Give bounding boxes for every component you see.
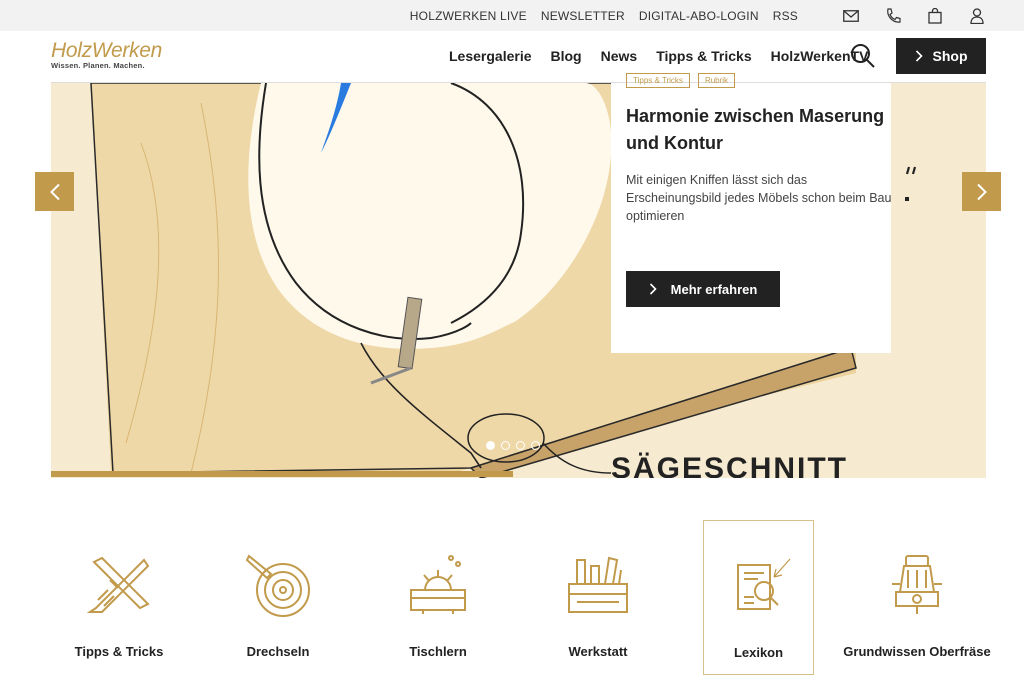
link-newsletter[interactable]: NEWSLETTER — [541, 9, 625, 23]
chevron-right-icon — [915, 50, 923, 62]
link-rss[interactable]: RSS — [773, 9, 798, 23]
link-digital-abo-login[interactable]: DIGITAL-ABO-LOGIN — [639, 9, 759, 23]
chevron-right-icon — [649, 283, 657, 295]
phone-icon[interactable] — [884, 7, 902, 25]
category-label: Lexikon — [733, 645, 784, 660]
shop-label: Shop — [932, 48, 968, 64]
slider-dot-2[interactable] — [501, 441, 510, 450]
nav-item-tipps-tricks[interactable]: Tipps & Tricks — [656, 48, 751, 64]
category-grundwissen-oberfraese[interactable]: Grundwissen Oberfräse — [843, 520, 991, 675]
category-label: Tipps & Tricks — [74, 644, 164, 659]
slider-pagination — [486, 441, 540, 450]
hero-tags: Tipps & Tricks Rubrik — [626, 73, 736, 88]
table-saw-icon — [403, 550, 473, 620]
slider-next-button[interactable] — [962, 172, 1001, 211]
category-tischlern[interactable]: Tischlern — [382, 520, 494, 675]
chevron-left-icon — [49, 183, 60, 200]
nav-item-blog[interactable]: Blog — [551, 48, 582, 64]
cart-icon[interactable] — [926, 7, 944, 25]
slider-dot-1[interactable] — [486, 441, 495, 450]
quote-icon — [905, 165, 919, 211]
logo-brand: HolzWerken — [51, 39, 162, 62]
chevron-right-icon — [976, 183, 987, 200]
lexicon-icon — [724, 551, 794, 621]
read-more-label: Mehr erfahren — [670, 281, 758, 297]
link-holzwerken-live[interactable]: HOLZWERKEN LIVE — [410, 9, 527, 23]
utility-icons — [842, 0, 986, 31]
lathe-icon — [243, 550, 313, 620]
slider-prev-button[interactable] — [35, 172, 74, 211]
site-logo[interactable]: HolzWerken Wissen. Planen. Machen. — [51, 39, 162, 70]
toolbox-icon — [563, 550, 633, 620]
hero-description: Mit einigen Kniffen lässt sich das Ersch… — [626, 173, 892, 223]
read-more-button[interactable]: Mehr erfahren — [626, 271, 780, 307]
category-strip: Tipps & Tricks Drechseln Tischlern Werks… — [0, 520, 1024, 680]
hero-content-card: Tipps & Tricks Rubrik Harmonie zwischen … — [611, 73, 891, 353]
mail-icon[interactable] — [842, 7, 860, 25]
category-tipps-tricks[interactable]: Tipps & Tricks — [63, 520, 175, 675]
category-label: Tischlern — [409, 644, 467, 659]
category-drechseln[interactable]: Drechseln — [222, 520, 334, 675]
site-header: HolzWerken Wissen. Planen. Machen. Leser… — [0, 31, 1024, 83]
category-lexikon[interactable]: Lexikon — [703, 520, 814, 675]
category-label: Drechseln — [246, 644, 310, 659]
slider-progress-bar — [51, 471, 513, 477]
saw-cross-icon — [84, 550, 154, 620]
nav-item-lesergalerie[interactable]: Lesergalerie — [449, 48, 532, 64]
shop-button[interactable]: Shop — [896, 38, 986, 74]
utility-bar: HOLZWERKEN LIVE NEWSLETTER DIGITAL-ABO-L… — [0, 0, 1024, 31]
nav-item-news[interactable]: News — [601, 48, 638, 64]
category-label: Werkstatt — [568, 644, 628, 659]
category-werkstatt[interactable]: Werkstatt — [542, 520, 654, 675]
tag-rubrik[interactable]: Rubrik — [697, 73, 736, 88]
user-icon[interactable] — [968, 7, 986, 25]
hero-title: Harmonie zwischen Maserung und Kontur — [626, 106, 885, 153]
router-icon — [882, 550, 952, 620]
utility-links: HOLZWERKEN LIVE NEWSLETTER DIGITAL-ABO-L… — [410, 0, 798, 31]
slider-dot-3[interactable] — [516, 441, 525, 450]
illustration-label: SÄGESCHNITT — [611, 452, 848, 478]
search-icon[interactable] — [850, 43, 876, 69]
tag-tipps-tricks[interactable]: Tipps & Tricks — [626, 73, 690, 88]
category-label: Grundwissen Oberfräse — [843, 644, 991, 659]
slider-dot-4[interactable] — [531, 441, 540, 450]
